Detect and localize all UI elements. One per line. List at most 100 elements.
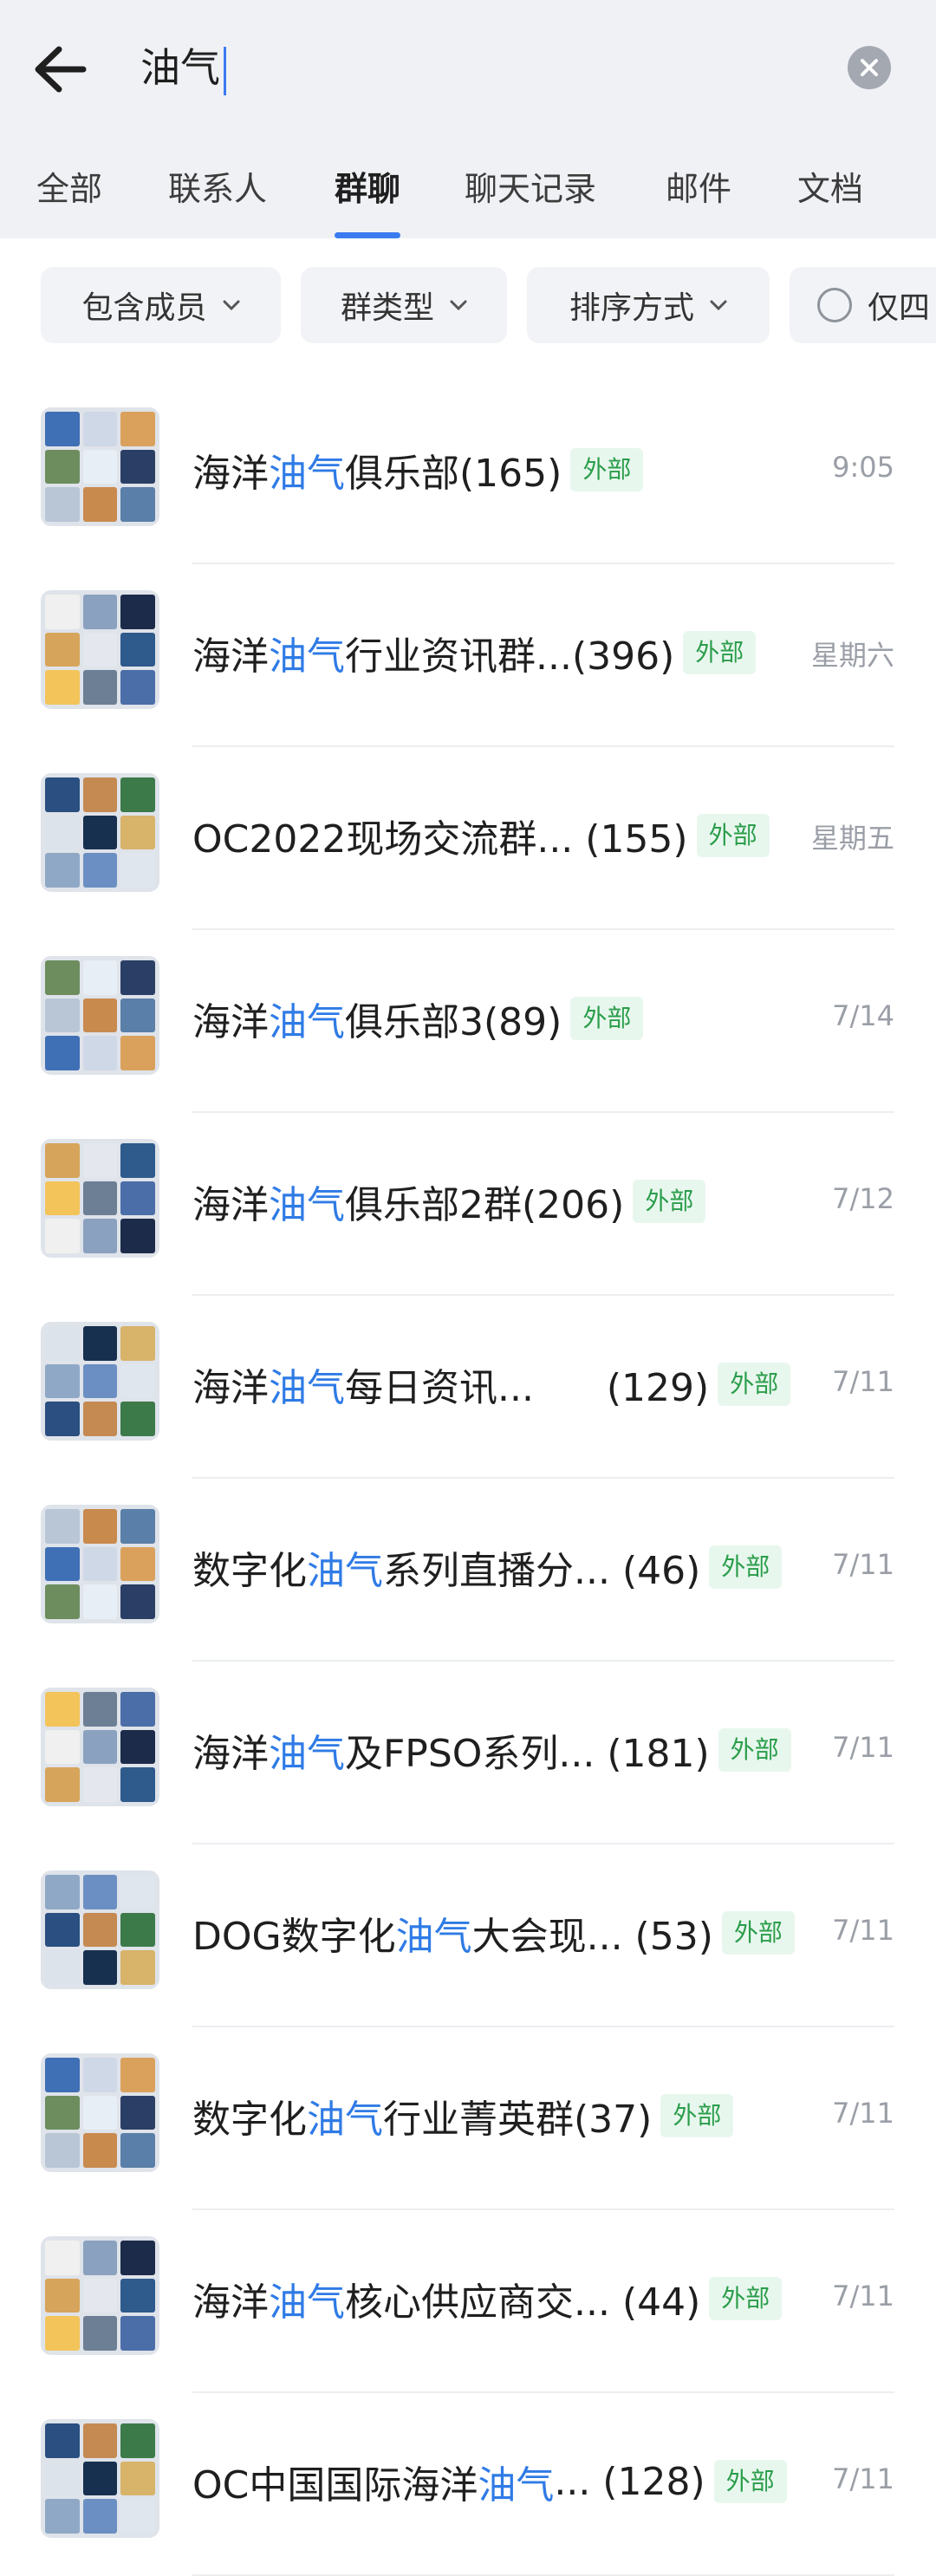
member-avatar-tile xyxy=(82,1402,118,1436)
group-result-row[interactable]: OC2022现场交流群... (155) 外部 星期五 xyxy=(0,747,936,930)
member-avatar-tile xyxy=(82,1950,118,1985)
search-match-highlight: 油气 xyxy=(269,1732,345,1776)
member-avatar-tile xyxy=(45,1181,80,1216)
group-name: 海洋 油气 每日资讯... (129) 外部 xyxy=(192,1356,791,1412)
filter-group-type-dropdown[interactable]: 群类型 xyxy=(301,267,507,343)
search-match-highlight: 油气 xyxy=(307,2098,383,2142)
search-match-highlight: 油气 xyxy=(269,1183,345,1227)
search-category-tabs: 全部 联系人 群聊 聊天记录 邮件 文档 xyxy=(0,152,936,238)
clear-search-button[interactable] xyxy=(848,46,891,89)
filter-members-label: 包含成员 xyxy=(81,290,207,326)
group-result-row[interactable]: 数字化 油气 行业菁英群(37) 外部 7/11 xyxy=(0,2027,936,2210)
group-name: 数字化 油气 行业菁英群(37) 外部 xyxy=(192,2088,734,2143)
member-avatar-tile xyxy=(120,2278,155,2313)
member-avatar-tile xyxy=(45,1912,80,1948)
tab-contacts[interactable]: 联系人 xyxy=(168,162,267,210)
tab-chat-history[interactable]: 聊天记录 xyxy=(465,162,596,210)
member-avatar-tile xyxy=(120,960,155,995)
search-query: 油气 xyxy=(140,44,220,91)
member-avatar-tile xyxy=(82,1036,118,1070)
group-name-prefix: 海洋 xyxy=(192,1366,269,1410)
member-avatar-tile xyxy=(82,1584,118,1619)
group-result-row[interactable]: 海洋 油气 行业资讯群...(396) 外部 星期六 xyxy=(0,564,936,747)
group-result-row[interactable]: 海洋 油气 俱乐部2群(206) 外部 7/12 xyxy=(0,1113,936,1296)
group-name-suffix: 行业菁英群(37) xyxy=(383,2098,653,2142)
filter-members-dropdown[interactable]: 包含成员 xyxy=(41,267,281,343)
external-badge: 外部 xyxy=(570,997,644,1040)
group-name-prefix: 海洋 xyxy=(192,1732,269,1776)
member-avatar-tile xyxy=(120,2461,155,2496)
group-name: OC2022现场交流群... (155) 外部 xyxy=(192,808,770,863)
member-avatar-tile xyxy=(82,2461,118,2496)
member-avatar-tile xyxy=(45,1036,80,1070)
group-name-suffix: 及FPSO系列... (181) xyxy=(345,1732,710,1776)
external-badge: 外部 xyxy=(660,2094,734,2137)
member-avatar-tile xyxy=(82,2058,118,2092)
back-button[interactable] xyxy=(26,35,95,104)
last-active-time: 7/11 xyxy=(832,1365,894,1398)
radio-circle-icon xyxy=(817,288,852,322)
member-avatar-tile xyxy=(120,1692,155,1727)
tab-docs[interactable]: 文档 xyxy=(797,162,863,210)
group-result-row[interactable]: 海洋 油气 核心供应商交... (44) 外部 7/11 xyxy=(0,2210,936,2393)
group-result-row[interactable]: 海洋 油气 俱乐部(165) 外部 9:05 xyxy=(0,381,936,564)
member-avatar-tile xyxy=(120,2423,155,2458)
member-avatar-tile xyxy=(82,2133,118,2168)
group-name: 数字化 油气 系列直播分... (46) 外部 xyxy=(192,1539,783,1595)
member-avatar-tile xyxy=(45,1219,80,1253)
search-match-highlight: 油气 xyxy=(269,452,345,496)
member-avatar-tile xyxy=(45,998,80,1033)
filter-sort-dropdown[interactable]: 排序方式 xyxy=(527,267,770,343)
member-avatar-tile xyxy=(45,1875,80,1909)
member-avatar-tile xyxy=(120,1036,155,1070)
tab-all[interactable]: 全部 xyxy=(36,162,102,210)
last-active-time: 7/11 xyxy=(832,2097,894,2130)
member-avatar-tile xyxy=(45,1402,80,1436)
last-active-time: 7/11 xyxy=(832,1914,894,1947)
group-name: 海洋 油气 核心供应商交... (44) 外部 xyxy=(192,2271,783,2326)
group-result-row[interactable]: 海洋 油气 及FPSO系列... (181) 外部 7/11 xyxy=(0,1662,936,1844)
member-avatar-tile xyxy=(45,1509,80,1544)
member-avatar-tile xyxy=(120,1767,155,1802)
member-avatar-tile xyxy=(120,2095,155,2130)
filter-sort-label: 排序方式 xyxy=(569,290,694,326)
group-result-row[interactable]: OC中国国际海洋 油气... (128) 外部 7/11 xyxy=(0,2393,936,2576)
group-name-suffix: 行业资讯群...(396) xyxy=(345,634,675,679)
filter-only-toggle[interactable]: 仅四 xyxy=(790,267,936,343)
member-avatar-tile xyxy=(120,2316,155,2351)
member-avatar-tile xyxy=(45,1546,80,1582)
search-input[interactable]: 油气 xyxy=(140,36,226,99)
member-avatar-tile xyxy=(82,632,118,667)
member-avatar-tile xyxy=(45,2241,80,2275)
group-avatar xyxy=(41,2053,159,2172)
search-match-highlight: 油气 xyxy=(395,1915,472,1959)
tab-group-chats[interactable]: 群聊 xyxy=(335,162,400,210)
member-avatar-tile xyxy=(82,777,118,812)
tab-mail[interactable]: 邮件 xyxy=(666,162,731,210)
member-avatar-tile xyxy=(82,1143,118,1178)
member-avatar-tile xyxy=(120,670,155,705)
group-result-row[interactable]: DOG数字化 油气 大会现... (53) 外部 7/11 xyxy=(0,1844,936,2027)
group-avatar xyxy=(41,1505,159,1623)
group-result-row[interactable]: 数字化 油气 系列直播分... (46) 外部 7/11 xyxy=(0,1479,936,1662)
close-icon xyxy=(861,59,878,76)
group-name-suffix: 核心供应商交... (44) xyxy=(345,2280,701,2325)
external-badge: 外部 xyxy=(683,631,757,674)
external-badge: 外部 xyxy=(718,1728,791,1772)
member-avatar-tile xyxy=(120,412,155,446)
search-match-highlight: 油气 xyxy=(269,1000,345,1044)
group-avatar xyxy=(41,1139,159,1258)
member-avatar-tile xyxy=(45,853,80,888)
member-avatar-tile xyxy=(45,670,80,705)
member-avatar-tile xyxy=(82,1219,118,1253)
member-avatar-tile xyxy=(82,815,118,850)
group-result-row[interactable]: 海洋 油气 每日资讯... (129) 外部 7/11 xyxy=(0,1296,936,1479)
chevron-down-icon xyxy=(450,300,467,310)
last-active-time: 星期六 xyxy=(810,639,894,672)
group-name-prefix: 海洋 xyxy=(192,2280,269,2325)
group-avatar xyxy=(41,590,159,709)
group-name-suffix: 俱乐部(165) xyxy=(345,452,562,496)
member-avatar-tile xyxy=(120,1546,155,1582)
group-avatar xyxy=(41,773,159,892)
group-result-row[interactable]: 海洋 油气 俱乐部3(89) 外部 7/14 xyxy=(0,930,936,1113)
